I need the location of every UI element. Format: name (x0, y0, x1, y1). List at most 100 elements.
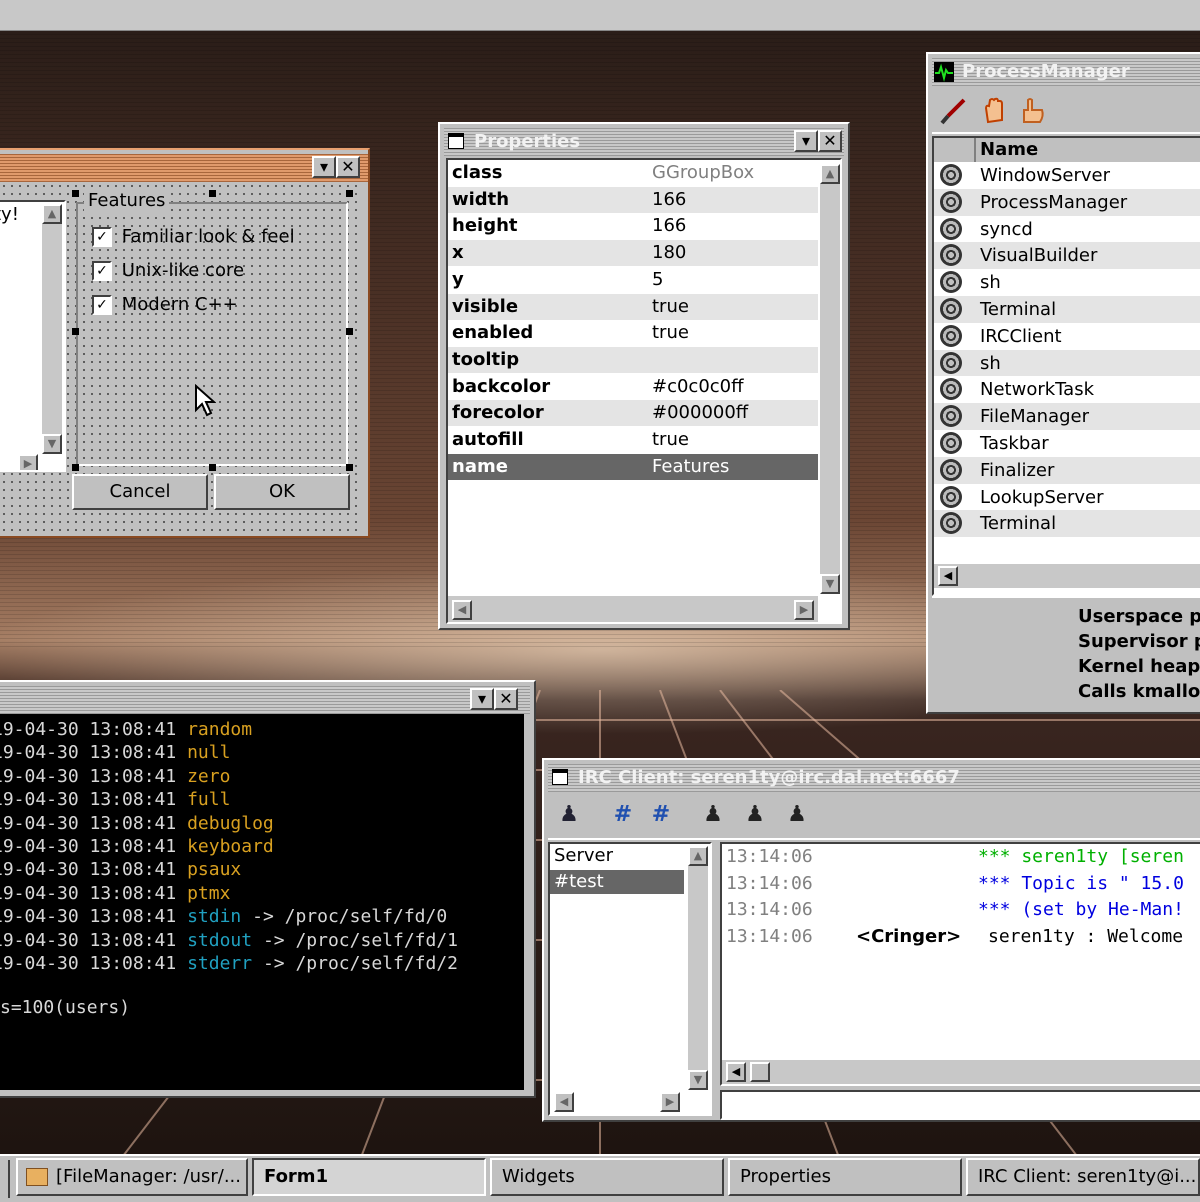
resize-handle[interactable] (346, 464, 353, 471)
message-input[interactable] (720, 1090, 1200, 1120)
checkbox-checked[interactable]: ✓ (92, 295, 112, 315)
voice-add-icon[interactable]: ♟ (740, 800, 770, 830)
resize-handle[interactable] (346, 190, 353, 197)
checkbox-row[interactable]: ✓ Unix-like core (92, 260, 244, 286)
property-row[interactable]: tooltip (448, 346, 818, 373)
process-row[interactable]: sh (934, 349, 1200, 377)
scroll-up-button[interactable]: ▲ (42, 204, 62, 224)
irc-title-bar[interactable]: IRC Client: seren1ty@irc.dal.net:6667 (548, 764, 1200, 792)
list-view[interactable]: ty! ▲ ▼ ▶ (0, 200, 66, 472)
property-row[interactable]: x 180 (448, 240, 818, 267)
property-value[interactable]: 5 (652, 267, 663, 293)
user-icon[interactable]: ♟ (554, 800, 584, 830)
property-value[interactable]: true (652, 294, 689, 320)
process-manager-window[interactable]: ProcessManager Name WindowServer ProcessM… (926, 52, 1200, 714)
channel-item[interactable]: #test (550, 870, 684, 894)
minimize-button[interactable]: ▾ (794, 130, 818, 152)
ok-button[interactable]: OK (214, 474, 350, 510)
properties-window[interactable]: Properties ▾ ✕ class GGroupBox width 166 hei… (438, 122, 850, 630)
scroll-thumb[interactable] (750, 1062, 770, 1082)
scroll-right-button[interactable]: ▶ (18, 454, 38, 470)
form-designer-window[interactable]: ▾ ✕ ty! ▲ ▼ ▶ Features ✓ Familiar look &… (0, 148, 370, 538)
property-value[interactable]: 166 (652, 213, 686, 239)
terminal-window[interactable]: ▾ ✕ 19-04-30 13:08:41 random 19-04-30 13:… (0, 680, 536, 1098)
process-table[interactable]: Name WindowServer ProcessManager syncd Visu… (932, 136, 1200, 596)
close-button[interactable]: ✕ (336, 156, 360, 178)
process-row[interactable]: VisualBuilder (934, 242, 1200, 270)
taskbar-item-irc-client[interactable]: IRC Client: seren1ty@i... (966, 1158, 1200, 1196)
kick-user-icon[interactable]: ♟ (782, 800, 812, 830)
scroll-track[interactable] (820, 184, 840, 574)
property-row[interactable]: autofill true (448, 427, 818, 453)
property-value[interactable]: GGroupBox (652, 160, 754, 186)
properties-title-bar[interactable]: Properties (444, 128, 844, 156)
properties-table[interactable]: class GGroupBox width 166 height 166 x 180 y 5 vis… (446, 158, 842, 624)
horizontal-scroll-track[interactable] (722, 1060, 1200, 1084)
property-value[interactable]: #c0c0c0ff (652, 374, 744, 400)
resize-handle[interactable] (346, 328, 353, 335)
property-value[interactable]: true (652, 427, 689, 453)
property-row[interactable]: width 166 (448, 186, 818, 213)
process-row[interactable]: Terminal (934, 296, 1200, 323)
minimize-button[interactable]: ▾ (470, 688, 494, 710)
resize-handle[interactable] (72, 190, 79, 197)
message-view[interactable]: 13:14:06 *** seren1ty [seren 13:14:06 *** T… (720, 842, 1200, 1086)
irc-client-window[interactable]: IRC Client: seren1ty@irc.dal.net:6667 ♟ … (542, 758, 1200, 1122)
stop-hand-icon[interactable] (980, 96, 1010, 126)
horizontal-scroll-track[interactable] (934, 564, 1200, 588)
process-row[interactable]: Terminal (934, 510, 1200, 538)
property-row[interactable]: y5 (448, 266, 818, 293)
property-row[interactable]: height 166 (448, 213, 818, 240)
process-row[interactable]: NetworkTask (934, 376, 1200, 404)
process-row[interactable]: WindowServer (934, 162, 1200, 189)
property-row[interactable]: backcolor #c0c0c0ff (448, 373, 818, 400)
join-channel-icon[interactable]: # (608, 800, 638, 830)
op-icon[interactable]: ♟ (698, 800, 728, 830)
property-value[interactable]: #000000ff (652, 400, 748, 426)
taskbar-item-file-manager[interactable]: [FileManager: /usr/... (16, 1158, 248, 1196)
minimize-button[interactable]: ▾ (312, 156, 336, 178)
scroll-down-button[interactable]: ▼ (820, 574, 840, 594)
close-button[interactable]: ✕ (494, 688, 518, 710)
part-channel-icon[interactable]: # (646, 800, 676, 830)
property-row[interactable]: visible true (448, 293, 818, 320)
channel-list[interactable]: Server #test ▲ ▼ ◀ ▶ (548, 842, 712, 1116)
scroll-right-button[interactable]: ▶ (660, 1092, 680, 1112)
process-row[interactable]: LookupServer (934, 483, 1200, 511)
scroll-left-button[interactable]: ◀ (554, 1092, 574, 1112)
process-row[interactable]: IRCClient (934, 322, 1200, 350)
column-header[interactable]: Name (934, 138, 1200, 163)
property-row[interactable]: class GGroupBox (448, 160, 818, 186)
scroll-right-button[interactable]: ▶ (794, 600, 814, 620)
process-row[interactable]: Taskbar (934, 430, 1200, 457)
property-value[interactable]: true (652, 320, 689, 346)
property-value[interactable]: Features (652, 454, 729, 480)
scroll-left-button[interactable]: ◀ (726, 1062, 746, 1082)
scroll-track[interactable] (42, 224, 62, 434)
resize-handle[interactable] (72, 464, 79, 471)
features-groupbox[interactable]: Features ✓ Familiar look & feel ✓ Unix-l… (76, 190, 348, 466)
scroll-down-button[interactable]: ▼ (688, 1070, 708, 1090)
cancel-button[interactable]: Cancel (72, 474, 208, 510)
continue-hand-icon[interactable] (1018, 96, 1048, 126)
process-row[interactable]: syncd (934, 215, 1200, 243)
channel-item[interactable]: Server (550, 844, 684, 868)
close-button[interactable]: ✕ (818, 130, 842, 152)
scroll-left-button[interactable]: ◀ (938, 566, 958, 586)
process-row[interactable]: ProcessManager (934, 188, 1200, 216)
checkbox-checked[interactable]: ✓ (92, 227, 112, 247)
resize-handle[interactable] (72, 328, 79, 335)
process-manager-title-bar[interactable]: ProcessManager (932, 58, 1200, 86)
property-value[interactable]: 166 (652, 187, 686, 213)
checkbox-checked[interactable]: ✓ (92, 261, 112, 281)
taskbar-item-properties[interactable]: Properties (728, 1158, 962, 1196)
property-row[interactable]: forecolor #000000ff (448, 400, 818, 427)
terminal-title-bar[interactable] (0, 686, 530, 714)
process-row[interactable]: Finalizer (934, 456, 1200, 484)
column-name-header[interactable]: Name (980, 138, 1038, 162)
taskbar-item-form1[interactable]: Form1 (252, 1158, 486, 1196)
property-row[interactable]: name Features (448, 453, 818, 480)
scroll-left-button[interactable]: ◀ (452, 600, 472, 620)
resize-handle[interactable] (209, 464, 216, 471)
property-row[interactable]: enabled true (448, 320, 818, 347)
